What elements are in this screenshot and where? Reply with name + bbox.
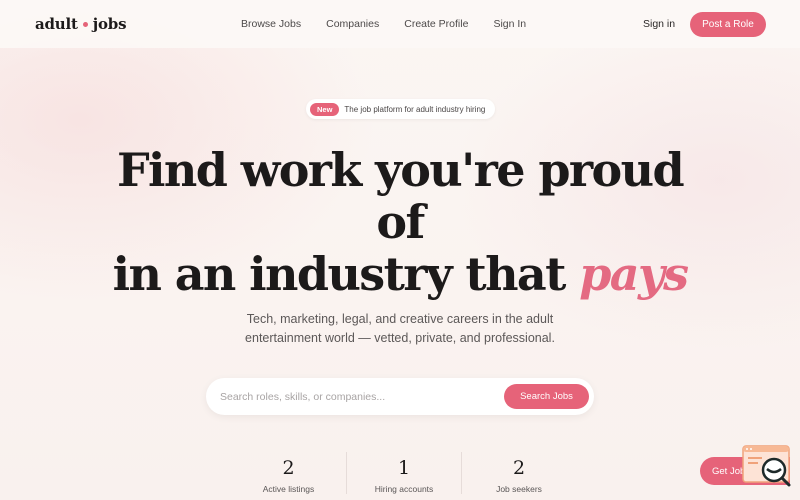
sign-in-link[interactable]: Sign in — [643, 18, 675, 30]
stat-label: Hiring accounts — [374, 484, 434, 494]
chat-search-icon[interactable] — [742, 445, 792, 487]
headline-line-1: Find work you're proud — [116, 143, 685, 197]
nav-create-profile[interactable]: Create Profile — [404, 18, 468, 30]
stat-active-listings: 2 Active listings — [231, 452, 346, 494]
search-jobs-button[interactable]: Search Jobs — [504, 384, 589, 409]
stat-job-seekers: 2 Job seekers — [461, 452, 576, 494]
subtitle-line-1: Tech, marketing, legal, and creative car… — [246, 312, 554, 326]
nav-companies[interactable]: Companies — [326, 18, 379, 30]
announcement-pill: New The job platform for adult industry … — [306, 99, 495, 119]
headline-accent-word: pays — [579, 247, 689, 301]
stat-value: 2 — [512, 457, 526, 479]
logo-text-left: adult — [35, 15, 78, 33]
new-badge: New — [310, 102, 340, 116]
search-input[interactable] — [220, 387, 500, 407]
logo-text-right: jobs — [92, 15, 127, 33]
headline-line-3: in an industry that — [112, 247, 580, 301]
headline-line-2: of — [376, 195, 425, 249]
search-bar: Search Jobs — [206, 378, 594, 415]
stats-row: 2 Active listings 1 Hiring accounts 2 Jo… — [231, 452, 576, 494]
nav-sign-in[interactable]: Sign In — [493, 18, 526, 30]
logo-dot-icon — [82, 21, 88, 27]
stat-hiring-accounts: 1 Hiring accounts — [346, 452, 461, 494]
stat-value: 2 — [282, 457, 295, 479]
post-role-button[interactable]: Post a Role — [690, 12, 766, 37]
stat-label: Job seekers — [496, 484, 542, 494]
nav-browse-jobs[interactable]: Browse Jobs — [241, 18, 301, 30]
announcement-text: The job platform for adult industry hiri… — [344, 104, 486, 114]
hero-headline: Find work you're proud of in an industry… — [0, 144, 800, 300]
subtitle-line-2: entertainment world — vetted, private, a… — [245, 331, 555, 345]
main-nav: Browse Jobs Companies Create Profile Sig… — [241, 18, 526, 30]
site-logo[interactable]: adult jobs — [35, 15, 127, 33]
stat-value: 1 — [397, 457, 411, 479]
top-navbar: adult jobs Browse Jobs Companies Create … — [0, 0, 800, 48]
hero-subtitle: Tech, marketing, legal, and creative car… — [240, 310, 560, 348]
stat-label: Active listings — [262, 484, 315, 494]
